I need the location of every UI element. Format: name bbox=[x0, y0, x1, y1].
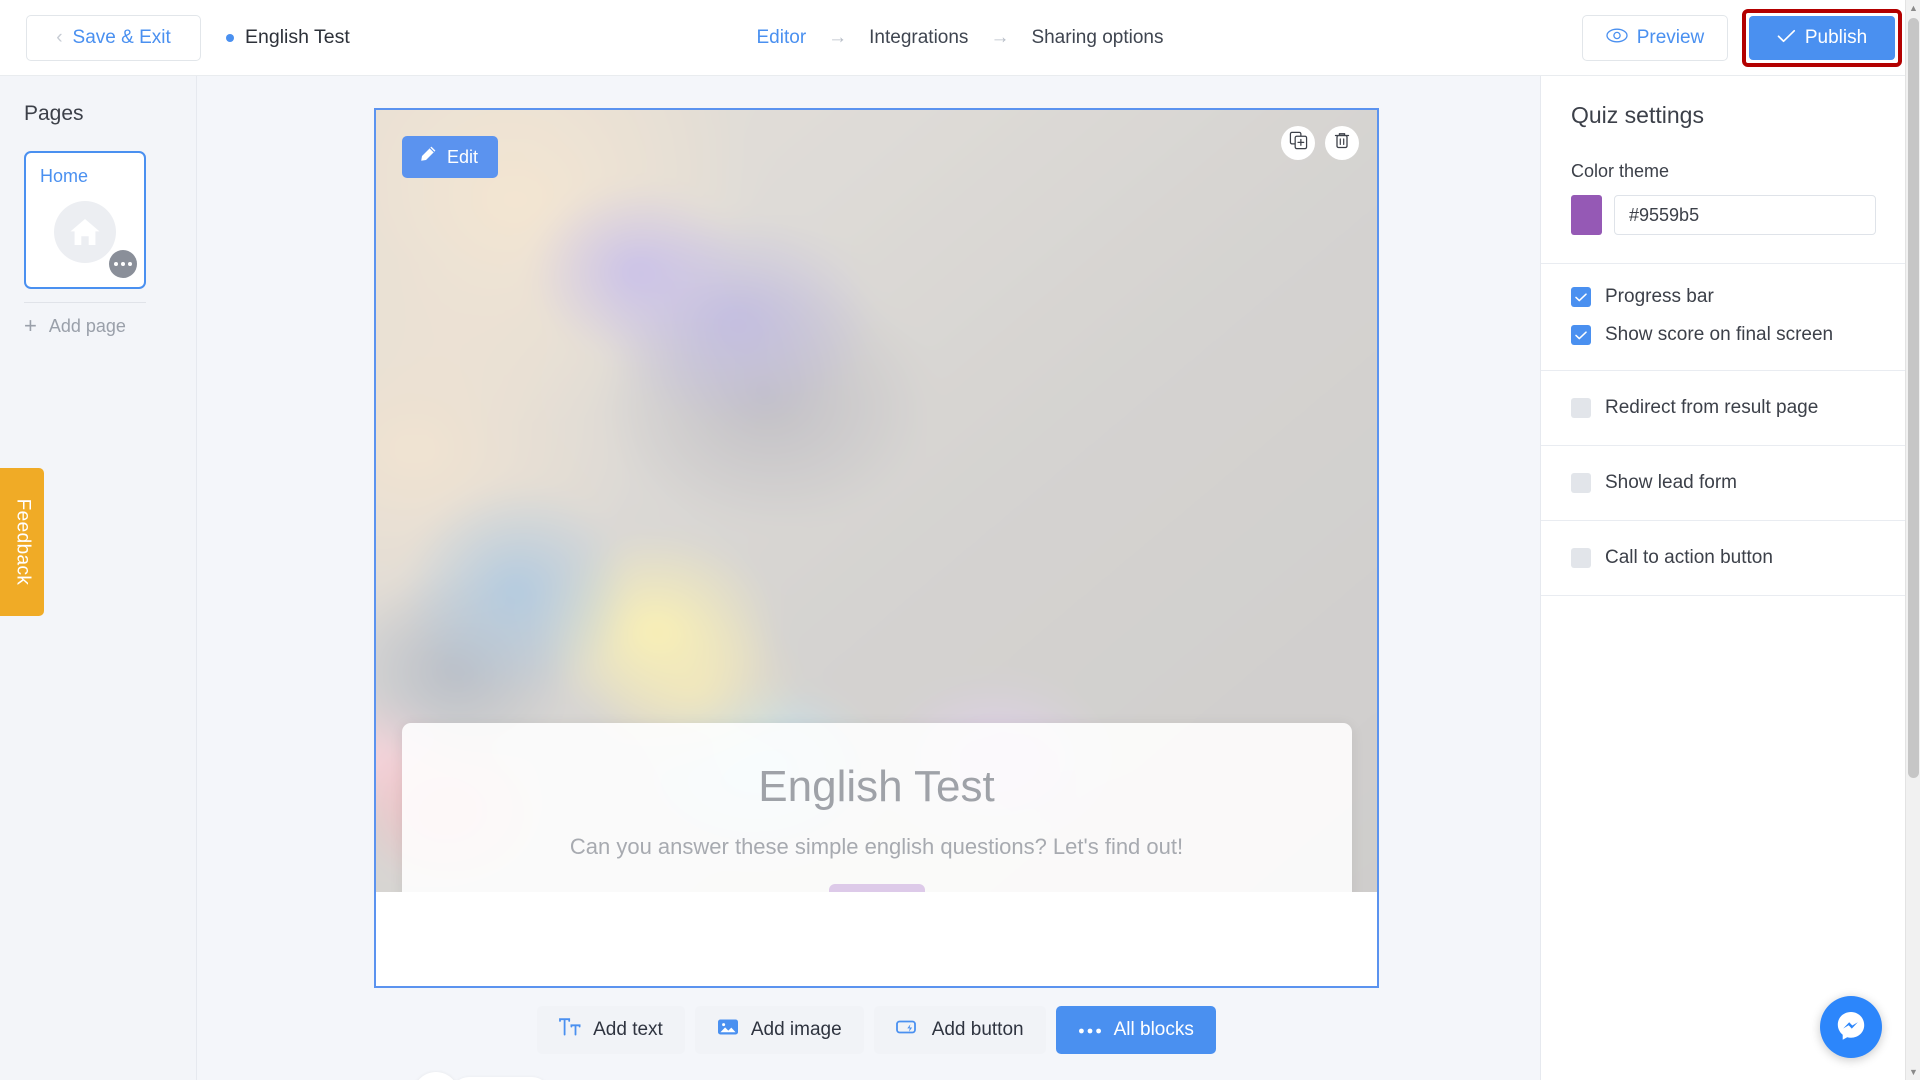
option-call-to-action-button[interactable]: Call to action button bbox=[1541, 547, 1906, 569]
breadcrumb-item-editor[interactable]: Editor bbox=[757, 27, 807, 49]
home-icon bbox=[54, 201, 116, 263]
divider bbox=[1541, 595, 1906, 596]
image-icon bbox=[717, 1017, 739, 1043]
breadcrumb-item-integrations[interactable]: Integrations bbox=[869, 27, 968, 49]
option-redirect-result-page[interactable]: Redirect from result page bbox=[1541, 397, 1906, 419]
how-to-widget: How to bbox=[413, 1072, 551, 1080]
unsaved-dot-icon bbox=[226, 33, 234, 42]
option-label: Show score on final screen bbox=[1605, 324, 1834, 345]
top-bar-actions: Preview Publish bbox=[1582, 0, 1902, 76]
button-icon bbox=[895, 1018, 920, 1042]
pages-title: Pages bbox=[24, 102, 84, 125]
window-scrollbar[interactable]: ▲ ▼ bbox=[1905, 0, 1920, 1080]
block-tools bbox=[1281, 126, 1359, 160]
app-root: ‹ Save & Exit English Test Editor → Inte… bbox=[0, 0, 1920, 1080]
breadcrumb: Editor → Integrations → Sharing options bbox=[757, 27, 1164, 49]
quiz-settings-panel: Quiz settings Color theme Progress bar S… bbox=[1540, 76, 1906, 1080]
duplicate-block-button[interactable] bbox=[1281, 126, 1315, 160]
checkbox-checked-icon bbox=[1571, 287, 1591, 307]
publish-highlight-box: Publish bbox=[1742, 9, 1902, 67]
eye-icon bbox=[1606, 27, 1628, 49]
preview-button[interactable]: Preview bbox=[1582, 15, 1728, 61]
breadcrumb-arrow-icon: → bbox=[990, 26, 1010, 48]
text-icon bbox=[559, 1018, 581, 1042]
editor-stage: Edit English Test Can you answer these s… bbox=[197, 76, 1554, 1080]
canvas-block-selected[interactable]: Edit English Test Can you answer these s… bbox=[374, 108, 1379, 988]
add-page-button[interactable]: + Add page bbox=[24, 315, 196, 337]
add-button-label: Add button bbox=[931, 1019, 1024, 1040]
feedback-label: Feedback bbox=[12, 498, 34, 586]
edit-label: Edit bbox=[447, 146, 479, 167]
checkbox-checked-icon bbox=[1571, 325, 1591, 345]
hero-block: Edit English Test Can you answer these s… bbox=[376, 110, 1377, 892]
save-and-exit-button[interactable]: ‹ Save & Exit bbox=[26, 14, 201, 61]
add-text-button[interactable]: Add text bbox=[537, 1006, 685, 1054]
plus-icon: + bbox=[24, 313, 37, 338]
edit-block-button[interactable]: Edit bbox=[402, 136, 499, 178]
quiz-title: English Test bbox=[758, 762, 995, 811]
option-show-score[interactable]: Show score on final screen bbox=[1541, 324, 1906, 346]
quiz-intro-card: English Test Can you answer these simple… bbox=[401, 723, 1352, 892]
option-progress-bar[interactable]: Progress bar bbox=[1541, 286, 1906, 308]
checkbox-unchecked-icon bbox=[1571, 398, 1591, 418]
scrollbar-thumb[interactable] bbox=[1908, 18, 1919, 778]
option-label: Call to action button bbox=[1605, 547, 1773, 568]
option-label: Show lead form bbox=[1605, 472, 1738, 493]
all-blocks-label: All blocks bbox=[1113, 1019, 1194, 1040]
option-show-lead-form[interactable]: Show lead form bbox=[1541, 472, 1906, 494]
add-image-label: Add image bbox=[750, 1019, 842, 1040]
dot bbox=[114, 262, 118, 266]
publish-label: Publish bbox=[1804, 27, 1868, 48]
quiz-subtitle: Can you answer these simple english ques… bbox=[569, 834, 1184, 859]
how-to-bulb-button[interactable] bbox=[413, 1072, 459, 1080]
divider bbox=[24, 302, 146, 303]
breadcrumb-item-sharing-options[interactable]: Sharing options bbox=[1031, 27, 1163, 49]
color-theme-label: Color theme bbox=[1571, 161, 1670, 181]
breadcrumb-arrow-icon: → bbox=[828, 26, 848, 48]
delete-block-button[interactable] bbox=[1325, 126, 1359, 160]
add-block-toolbar: Add text Add image Add button All blocks bbox=[374, 1006, 1379, 1054]
option-label: Progress bar bbox=[1605, 286, 1714, 307]
color-hex-input[interactable] bbox=[1614, 195, 1876, 235]
top-bar: ‹ Save & Exit English Test Editor → Inte… bbox=[0, 0, 1920, 76]
pencil-icon bbox=[418, 145, 437, 169]
page-card-label: Home bbox=[40, 166, 89, 186]
feedback-tab[interactable]: Feedback bbox=[0, 468, 44, 616]
add-image-button[interactable]: Add image bbox=[694, 1006, 864, 1054]
delete-icon bbox=[1333, 131, 1351, 155]
all-blocks-button[interactable]: All blocks bbox=[1055, 1006, 1216, 1054]
preview-label: Preview bbox=[1636, 27, 1705, 48]
check-icon bbox=[1777, 27, 1796, 49]
quiz-start-button[interactable]: Yes! bbox=[828, 884, 925, 892]
add-button-button[interactable]: Add button bbox=[873, 1006, 1046, 1054]
messenger-button[interactable] bbox=[1820, 996, 1882, 1058]
document-title: English Test bbox=[245, 26, 350, 48]
scroll-up-arrow-icon[interactable]: ▲ bbox=[1906, 0, 1920, 16]
page-options-button[interactable] bbox=[109, 250, 137, 278]
panel-title: Quiz settings bbox=[1571, 102, 1704, 128]
dot bbox=[128, 262, 132, 266]
chevron-left-icon: ‹ bbox=[56, 27, 63, 48]
ellipsis-icon bbox=[1078, 1019, 1102, 1041]
add-text-label: Add text bbox=[593, 1019, 663, 1040]
save-and-exit-label: Save & Exit bbox=[72, 26, 171, 48]
messenger-icon bbox=[1834, 1008, 1868, 1047]
checkbox-unchecked-icon bbox=[1571, 548, 1591, 568]
option-label: Redirect from result page bbox=[1605, 397, 1819, 418]
document-title-group[interactable]: English Test bbox=[226, 26, 350, 49]
checkbox-unchecked-icon bbox=[1571, 473, 1591, 493]
add-page-label: Add page bbox=[48, 315, 126, 336]
color-theme-section: Color theme bbox=[1541, 161, 1906, 235]
scroll-down-arrow-icon[interactable]: ▼ bbox=[1906, 1064, 1920, 1080]
duplicate-icon bbox=[1289, 131, 1308, 155]
color-theme-row bbox=[1571, 195, 1876, 235]
color-swatch[interactable] bbox=[1571, 195, 1602, 235]
publish-button[interactable]: Publish bbox=[1749, 16, 1895, 60]
page-card-home[interactable]: Home bbox=[24, 151, 146, 289]
dot bbox=[121, 262, 125, 266]
